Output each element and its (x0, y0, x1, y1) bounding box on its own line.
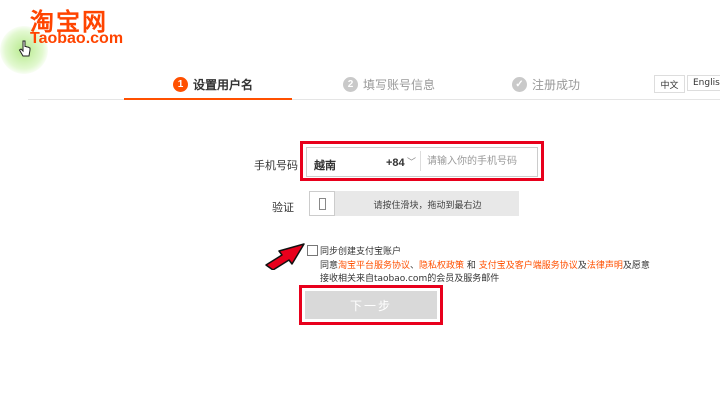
agreement-suffix: 及愿意 (622, 261, 650, 271)
privacy-policy-link[interactable]: 隐私权政策 (419, 261, 464, 271)
phone-field-divider (420, 151, 421, 171)
active-step-indicator (124, 98, 292, 100)
legal-statement-link[interactable]: 法律声明 (587, 261, 623, 271)
verify-label: 验证 (272, 201, 294, 214)
step-fill-account-info: 2 填写账号信息 (343, 74, 435, 94)
agreement-email-text: 接收相关来自taobao.com的会员及服务邮件 (320, 274, 500, 284)
slider-hint: 请按住滑块，拖动到最右边 (373, 201, 482, 211)
step-label: 填写账号信息 (363, 77, 436, 92)
agreement-text: 同意淘宝平台服务协议、隐私权政策 和 支付宝及客户端服务协议及法律声明及愿意 (320, 258, 650, 271)
alipay-checkbox[interactable] (307, 245, 318, 256)
check-icon: ✓ (512, 76, 527, 92)
agreement-prefix: 同意 (320, 261, 339, 271)
step-label: 设置用户名 (193, 77, 254, 92)
step-set-username: 1 设置用户名 (173, 74, 253, 94)
agreement-separator: 、 (410, 261, 420, 271)
language-chinese-button[interactable]: 中文 (654, 75, 685, 93)
phone-number-input[interactable] (424, 150, 540, 172)
slider-handle[interactable] (309, 191, 335, 216)
language-english-button[interactable]: English (687, 75, 720, 91)
slider-grip-icon (318, 197, 326, 210)
step-label: 注册成功 (532, 77, 581, 92)
agreement-separator: 及 (577, 261, 587, 271)
country-code[interactable]: +84 (386, 157, 405, 169)
alipay-agreement-link[interactable]: 支付宝及客户端服务协议 (479, 261, 578, 271)
step-number-2: 2 (343, 76, 358, 92)
step-register-success: ✓ 注册成功 (512, 74, 580, 94)
next-step-button[interactable]: 下一步 (305, 291, 437, 319)
agreement-and: 和 (464, 261, 479, 271)
taobao-logo-domain[interactable]: Taobao.com (30, 30, 123, 48)
chevron-down-icon[interactable]: ﹀ (407, 155, 416, 168)
taobao-service-agreement-link[interactable]: 淘宝平台服务协议 (338, 261, 410, 271)
country-select[interactable]: 越南 (314, 157, 336, 173)
phone-label: 手机号码 (254, 159, 298, 172)
step-number-1: 1 (173, 76, 188, 92)
hand-cursor-icon (18, 40, 31, 57)
red-arrow-icon (265, 243, 305, 270)
alipay-checkbox-label[interactable]: 同步创建支付宝账户 (320, 244, 401, 257)
